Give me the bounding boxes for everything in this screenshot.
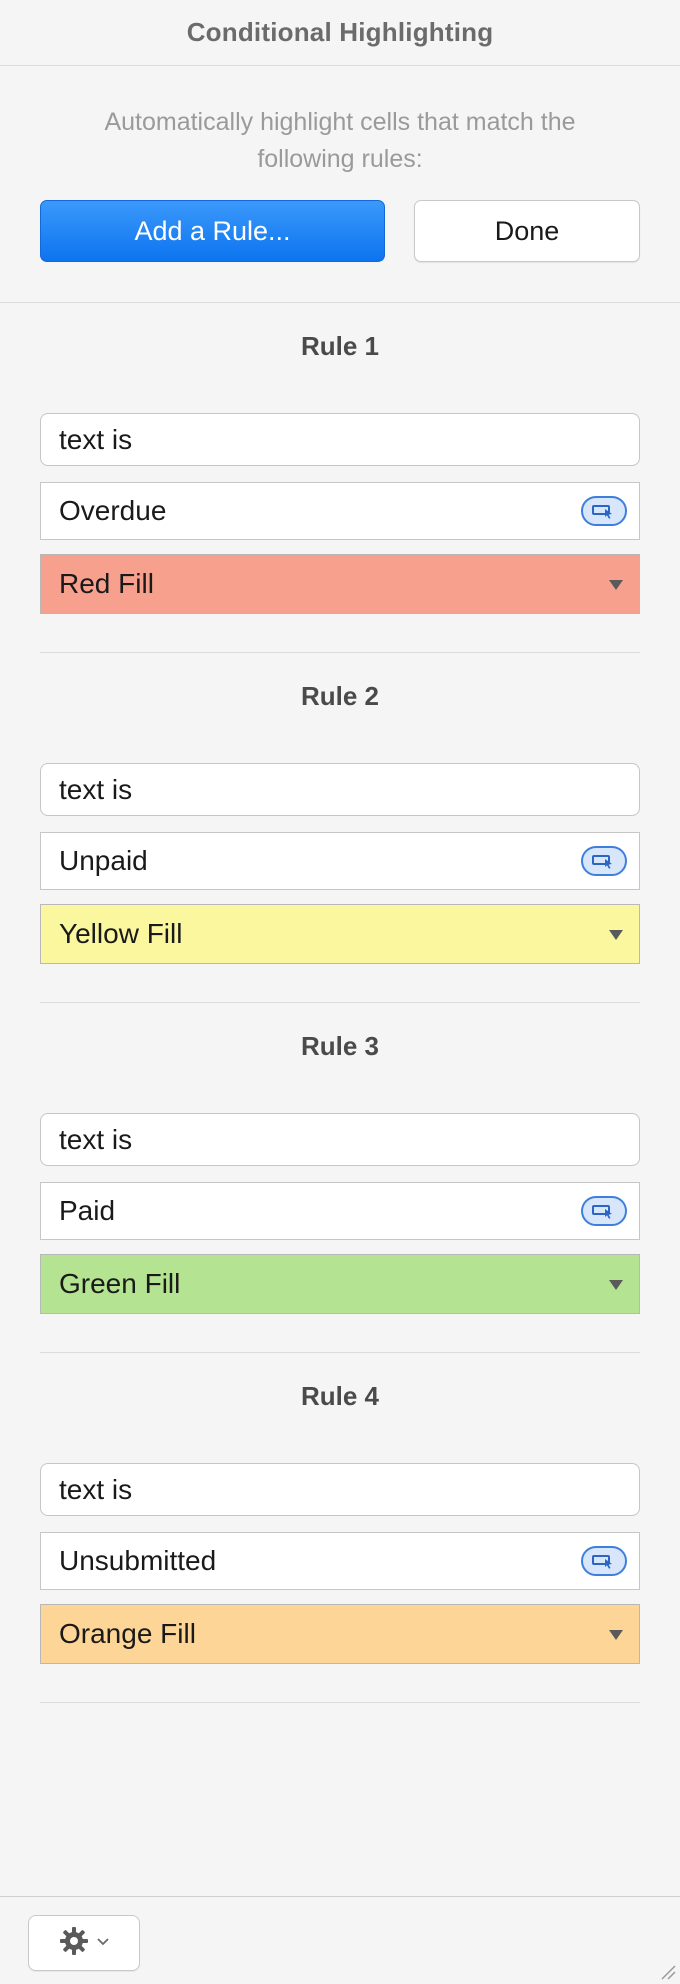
chevron-down-icon <box>96 1934 110 1952</box>
panel-title: Conditional Highlighting <box>0 0 680 66</box>
fill-style-popup[interactable]: Orange Fill <box>40 1604 640 1664</box>
rule-value-field[interactable]: Paid <box>40 1182 640 1240</box>
rule-title: Rule 1 <box>300 331 380 361</box>
rule-1: Rule 1 text is Overdue Red Fill <box>40 303 640 653</box>
add-rule-button[interactable]: Add a Rule... <box>40 200 385 262</box>
resize-grip-icon[interactable] <box>658 1962 676 1980</box>
rules-list: Rule 1 text is Overdue Red Fill Rule 2 t… <box>0 303 680 1703</box>
rule-value-text: Paid <box>59 1195 116 1226</box>
dropdown-arrow-icon <box>609 1280 623 1290</box>
panel-description: Automatically highlight cells that match… <box>104 108 576 173</box>
rule-value-field[interactable]: Overdue <box>40 482 640 540</box>
done-button[interactable]: Done <box>414 200 640 262</box>
fill-style-popup[interactable]: Green Fill <box>40 1254 640 1314</box>
rule-value-field[interactable]: Unsubmitted <box>40 1532 640 1590</box>
condition-popup[interactable]: text is <box>40 1463 640 1516</box>
rule-value-text: Overdue <box>59 495 167 526</box>
conditional-highlighting-panel: Conditional Highlighting Automatically h… <box>0 0 680 1984</box>
rule-value-text: Unpaid <box>59 845 148 876</box>
cell-reference-icon[interactable] <box>581 1546 627 1576</box>
gear-icon <box>58 1925 90 1962</box>
fill-style-popup[interactable]: Red Fill <box>40 554 640 614</box>
fill-style-popup[interactable]: Yellow Fill <box>40 904 640 964</box>
panel-header: Automatically highlight cells that match… <box>0 66 680 303</box>
cell-reference-icon[interactable] <box>581 1196 627 1226</box>
cell-reference-icon[interactable] <box>581 846 627 876</box>
rule-value-field[interactable]: Unpaid <box>40 832 640 890</box>
condition-popup[interactable]: text is <box>40 763 640 816</box>
header-buttons: Add a Rule... Done <box>40 200 640 262</box>
rule-3: Rule 3 text is Paid Green Fill <box>40 1003 640 1353</box>
action-menu-button[interactable] <box>28 1915 140 1971</box>
rule-2: Rule 2 text is Unpaid Yellow Fill <box>40 653 640 1003</box>
rule-4: Rule 4 text is Unsubmitted Orange Fill <box>40 1353 640 1703</box>
fill-style-label: Red Fill <box>59 568 154 599</box>
fill-style-label: Orange Fill <box>59 1618 196 1649</box>
dropdown-arrow-icon <box>609 930 623 940</box>
bottom-toolbar <box>0 1896 680 1984</box>
dropdown-arrow-icon <box>609 580 623 590</box>
rule-value-text: Unsubmitted <box>59 1545 217 1576</box>
rule-title: Rule 4 <box>300 1381 380 1411</box>
rule-title: Rule 3 <box>300 1031 380 1061</box>
condition-popup[interactable]: text is <box>40 413 640 466</box>
fill-style-label: Yellow Fill <box>59 918 183 949</box>
cell-reference-icon[interactable] <box>581 496 627 526</box>
condition-popup[interactable]: text is <box>40 1113 640 1166</box>
rule-title: Rule 2 <box>300 681 380 711</box>
fill-style-label: Green Fill <box>59 1268 181 1299</box>
dropdown-arrow-icon <box>609 1630 623 1640</box>
